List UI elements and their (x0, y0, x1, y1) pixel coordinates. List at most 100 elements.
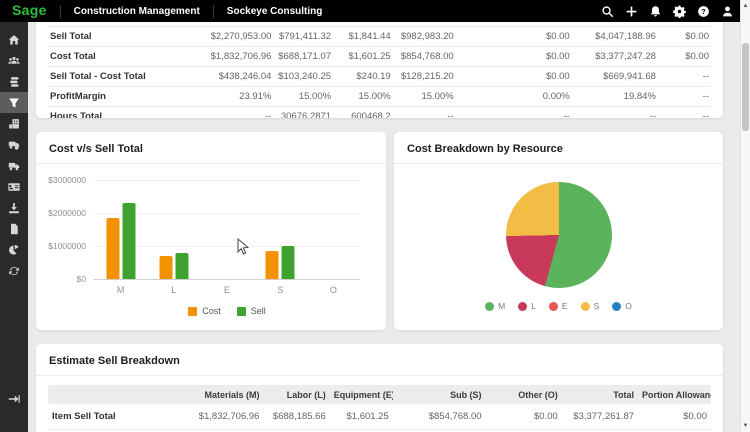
cell-value: -- (187, 106, 274, 118)
estimate-breakdown-title: Estimate Sell Breakdown (36, 344, 723, 376)
sidebar-item-delivery-truck[interactable] (0, 155, 28, 176)
cell-value: $3,377,247.28 (571, 46, 658, 67)
cell-value: -- (392, 106, 456, 118)
topbar-actions: ? (601, 5, 750, 18)
gridline (94, 180, 360, 181)
pie-legend-item-s[interactable]: S (580, 301, 600, 311)
bell-icon[interactable] (649, 5, 662, 18)
cell-value: -- (657, 106, 711, 118)
user-icon[interactable] (721, 5, 734, 18)
menu-item-construction-management[interactable]: Construction Management (61, 6, 213, 17)
scroll-down-icon[interactable]: ▼ (741, 421, 750, 431)
cell-value: $103,240.25 (273, 66, 334, 87)
cell-value: $4,047,188.96 (571, 26, 658, 47)
legend-item-cost[interactable]: Cost (188, 306, 221, 316)
legend-label: Cost (202, 306, 221, 316)
x-axis-label: M (116, 285, 125, 295)
summary-table-row: ProfitMargin 23.91% 15.00% 15.00% 15.00% 0.00… (48, 86, 711, 107)
sage-logo: Sage (12, 2, 47, 18)
y-axis-tick: $3000000 (48, 175, 86, 185)
estimate-column-header: Labor (L) (263, 385, 330, 404)
sidebar-item-projects-building[interactable] (0, 113, 28, 134)
x-axis-label: L (171, 285, 177, 295)
cell-value: 15.00% (333, 86, 393, 107)
sidebar-item-team[interactable] (0, 50, 28, 71)
bar-chart-legend: Cost Sell (94, 306, 360, 316)
gear-icon[interactable] (673, 5, 686, 18)
x-axis-label: S (277, 285, 284, 295)
bar-chart: $0 $1000000 $2000000 $3000000 M L E S O Cost Sel… (48, 175, 360, 316)
left-sidebar (0, 22, 28, 432)
top-bar: Sage Construction Management Sockeye Con… (0, 0, 750, 22)
pie-chart-legend: MLESO (485, 301, 632, 311)
cell-value: 600468.2 (333, 106, 393, 118)
equipment-icon (8, 139, 20, 151)
legend-swatch (188, 306, 198, 316)
estimate-column-header: Portion Allowances (638, 385, 711, 404)
sidebar-item-sync-refresh[interactable] (0, 260, 28, 281)
reports-pie-icon (8, 244, 20, 256)
sidebar-item-filter-funnel[interactable] (0, 92, 28, 113)
bar-x-axis-labels: MLESO (94, 285, 360, 295)
summary-table-row: Cost Total $1,832,706.96 $688,171.07 $1,601… (48, 46, 711, 67)
bar-sell-L[interactable] (175, 253, 189, 279)
bar-group-L (159, 253, 189, 279)
sidebar-item-equipment[interactable] (0, 134, 28, 155)
pie-legend-label: O (625, 301, 632, 311)
bar-cost-L[interactable] (159, 256, 173, 279)
bar-chart-card: Cost v/s Sell Total $0 $1000000 $2000000 $3… (36, 132, 386, 330)
pie-legend-label: M (498, 301, 506, 311)
cell-value: $0.00 (657, 46, 711, 67)
estimate-table-wrap: Materials (M) Labor (L) Equipment (E) Sub (… (36, 376, 723, 430)
pie-legend-label: S (593, 301, 600, 311)
bar-sell-M[interactable] (122, 203, 136, 279)
cell-value: $854,768.00 (392, 46, 456, 67)
menu-item-sockeye-consulting[interactable]: Sockeye Consulting (214, 6, 336, 17)
help-icon[interactable]: ? (697, 5, 710, 18)
cell-value: $0.00 (638, 404, 711, 430)
pie-legend-item-m[interactable]: M (485, 301, 505, 311)
plus-icon[interactable] (625, 5, 638, 18)
estimate-column-header (48, 385, 174, 404)
x-axis-label: O (329, 285, 337, 295)
bar-sell-S[interactable] (281, 246, 295, 279)
pie-legend-dot (548, 301, 558, 311)
y-axis-tick: $2000000 (48, 207, 86, 218)
row-label: Sell Total (48, 26, 188, 47)
cell-value: $1,841.44 (333, 26, 393, 47)
scroll-up-icon[interactable]: ▲ (741, 1, 750, 11)
summary-table-row: Hours Total -- 30676.2871 600468.2 -- -- -- -- (48, 106, 711, 118)
sidebar-item-reports-pie[interactable] (0, 239, 28, 260)
cell-value: $1,832,706.96 (173, 404, 264, 430)
sidebar-item-documents[interactable] (0, 218, 28, 239)
legend-item-sell[interactable]: Sell (236, 306, 266, 316)
home-icon (8, 34, 20, 46)
cell-value: 30676.2871 (273, 106, 334, 118)
cell-value: $0.00 (455, 26, 572, 47)
pie-chart: MLESO (394, 164, 723, 311)
sidebar-item-estimates-stack[interactable] (0, 71, 28, 92)
scrollbar-thumb[interactable] (742, 43, 749, 131)
pie-legend-item-o[interactable]: O (612, 301, 632, 311)
pie-legend-item-e[interactable]: E (548, 301, 568, 311)
bar-group-S (265, 246, 295, 279)
pie-legend-dot (612, 301, 622, 311)
pie-legend-item-l[interactable]: L (518, 301, 536, 311)
collapse-arrow-icon[interactable] (0, 390, 28, 408)
y-axis-tick: $0 (76, 274, 86, 284)
sidebar-item-contacts-card[interactable] (0, 176, 28, 197)
cell-value: 15.00% (392, 86, 456, 107)
charts-row: Cost v/s Sell Total $0 $1000000 $2000000 $3… (36, 132, 723, 330)
cell-value: $791,411.32 (273, 26, 334, 47)
team-icon (8, 55, 20, 67)
cell-value: $0.00 (657, 26, 711, 47)
bar-cost-S[interactable] (265, 251, 279, 279)
pie-legend-label: E (561, 301, 568, 311)
vertical-scrollbar[interactable]: ▲ ▼ (740, 0, 750, 432)
legend-label: Sell (250, 306, 266, 316)
sidebar-item-home[interactable] (0, 29, 28, 50)
cell-value: $0.00 (455, 46, 572, 67)
search-icon[interactable] (601, 5, 614, 18)
sidebar-item-import-download[interactable] (0, 197, 28, 218)
bar-cost-M[interactable] (106, 218, 120, 279)
